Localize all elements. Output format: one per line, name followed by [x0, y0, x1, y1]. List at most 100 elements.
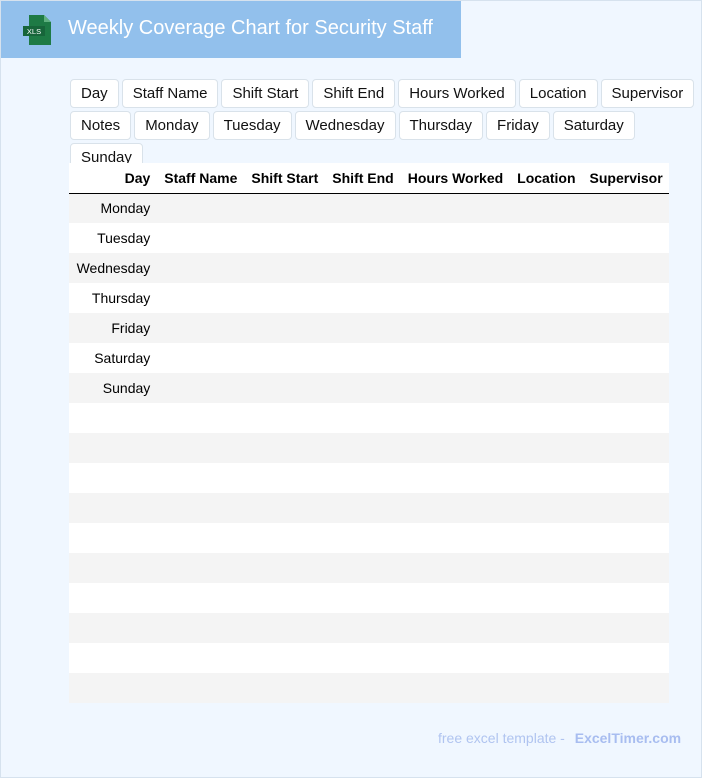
table-cell[interactable]: [69, 553, 157, 583]
table-cell[interactable]: [156, 223, 244, 253]
footer-brand-link[interactable]: ExcelTimer.com: [575, 730, 681, 746]
column-button-tuesday[interactable]: Tuesday: [212, 111, 292, 140]
table-cell[interactable]: [399, 613, 510, 643]
table-cell[interactable]: [243, 523, 325, 553]
column-button-supervisor[interactable]: Supervisor: [600, 79, 695, 108]
table-cell[interactable]: [509, 403, 582, 433]
table-cell[interactable]: [243, 463, 325, 493]
table-cell[interactable]: [243, 223, 325, 253]
table-cell[interactable]: Saturday: [69, 343, 157, 373]
table-cell[interactable]: [509, 253, 582, 283]
table-cell[interactable]: [581, 253, 669, 283]
table-cell[interactable]: [324, 673, 400, 703]
table-cell[interactable]: [399, 223, 510, 253]
table-cell[interactable]: [509, 613, 582, 643]
table-cell[interactable]: [324, 643, 400, 673]
table-cell[interactable]: [156, 313, 244, 343]
table-cell[interactable]: [399, 433, 510, 463]
table-cell[interactable]: [243, 433, 325, 463]
column-button-friday[interactable]: Friday: [486, 111, 550, 140]
table-cell[interactable]: [243, 583, 325, 613]
table-cell[interactable]: [509, 673, 582, 703]
table-cell[interactable]: [243, 373, 325, 403]
table-cell[interactable]: [399, 313, 510, 343]
table-cell[interactable]: [324, 193, 400, 223]
table-cell[interactable]: [324, 253, 400, 283]
table-cell[interactable]: [509, 373, 582, 403]
table-cell[interactable]: [509, 493, 582, 523]
table-cell[interactable]: [156, 583, 244, 613]
table-cell[interactable]: [69, 583, 157, 613]
table-cell[interactable]: [156, 643, 244, 673]
table-cell[interactable]: [399, 253, 510, 283]
table-cell[interactable]: [399, 283, 510, 313]
table-cell[interactable]: [243, 403, 325, 433]
table-cell[interactable]: [399, 553, 510, 583]
table-cell[interactable]: [581, 343, 669, 373]
table-cell[interactable]: [156, 613, 244, 643]
table-cell[interactable]: [243, 313, 325, 343]
column-button-shift-start[interactable]: Shift Start: [221, 79, 310, 108]
table-cell[interactable]: [243, 253, 325, 283]
table-cell[interactable]: [399, 523, 510, 553]
table-cell[interactable]: [69, 463, 157, 493]
table-cell[interactable]: [581, 523, 669, 553]
table-cell[interactable]: [399, 343, 510, 373]
table-cell[interactable]: Thursday: [69, 283, 157, 313]
table-cell[interactable]: [581, 643, 669, 673]
column-button-location[interactable]: Location: [518, 79, 598, 108]
table-cell[interactable]: [399, 673, 510, 703]
table-cell[interactable]: [509, 343, 582, 373]
table-cell[interactable]: [581, 463, 669, 493]
table-cell[interactable]: [69, 493, 157, 523]
table-cell[interactable]: [156, 553, 244, 583]
table-cell[interactable]: [324, 373, 400, 403]
table-cell[interactable]: [509, 433, 582, 463]
table-cell[interactable]: [69, 403, 157, 433]
column-button-shift-end[interactable]: Shift End: [312, 79, 396, 108]
table-cell[interactable]: Wednesday: [69, 253, 157, 283]
table-cell[interactable]: [509, 313, 582, 343]
table-cell[interactable]: [581, 223, 669, 253]
table-cell[interactable]: [156, 493, 244, 523]
table-cell[interactable]: [243, 613, 325, 643]
table-cell[interactable]: [324, 283, 400, 313]
table-cell[interactable]: Tuesday: [69, 223, 157, 253]
table-cell[interactable]: Sunday: [69, 373, 157, 403]
table-cell[interactable]: [581, 403, 669, 433]
table-cell[interactable]: [324, 433, 400, 463]
table-cell[interactable]: [509, 523, 582, 553]
table-cell[interactable]: [324, 463, 400, 493]
table-cell[interactable]: [156, 193, 244, 223]
table-cell[interactable]: [399, 583, 510, 613]
table-cell[interactable]: [581, 193, 669, 223]
table-cell[interactable]: [509, 283, 582, 313]
table-cell[interactable]: [324, 553, 400, 583]
table-cell[interactable]: [243, 343, 325, 373]
table-cell[interactable]: [399, 373, 510, 403]
column-button-wednesday[interactable]: Wednesday: [294, 111, 396, 140]
table-cell[interactable]: [156, 673, 244, 703]
table-cell[interactable]: [324, 403, 400, 433]
table-cell[interactable]: [156, 253, 244, 283]
table-cell[interactable]: [324, 313, 400, 343]
table-cell[interactable]: [69, 433, 157, 463]
table-cell[interactable]: [581, 553, 669, 583]
table-cell[interactable]: [156, 433, 244, 463]
table-cell[interactable]: [581, 283, 669, 313]
column-button-saturday[interactable]: Saturday: [552, 111, 635, 140]
column-button-hours-worked[interactable]: Hours Worked: [398, 79, 516, 108]
table-cell[interactable]: [156, 523, 244, 553]
table-cell[interactable]: [69, 643, 157, 673]
table-cell[interactable]: [581, 583, 669, 613]
table-cell[interactable]: [399, 193, 510, 223]
table-cell[interactable]: [156, 403, 244, 433]
table-cell[interactable]: [324, 523, 400, 553]
table-cell[interactable]: [509, 643, 582, 673]
table-cell[interactable]: [324, 493, 400, 523]
table-cell[interactable]: [243, 643, 325, 673]
table-cell[interactable]: [324, 613, 400, 643]
table-cell[interactable]: [399, 463, 510, 493]
column-button-staff-name[interactable]: Staff Name: [121, 79, 219, 108]
table-cell[interactable]: [509, 193, 582, 223]
